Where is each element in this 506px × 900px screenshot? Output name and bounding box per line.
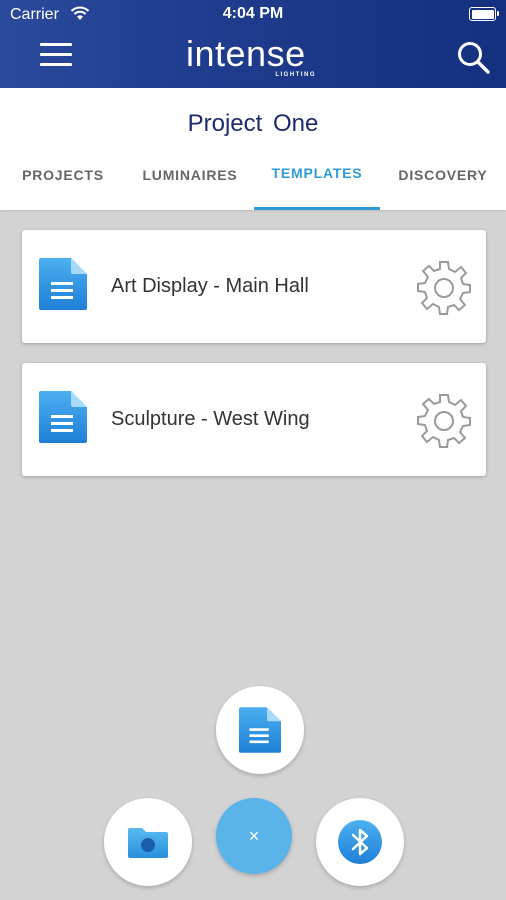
status-bar: Carrier 4:04 PM xyxy=(0,0,506,30)
active-tab-indicator xyxy=(254,207,380,210)
document-icon xyxy=(39,258,87,310)
app-header: Carrier 4:04 PM intense LIGHTING xyxy=(0,0,506,88)
project-title: Project One xyxy=(187,110,319,137)
tab-bar: PROJECTS LUMINAIRES TEMPLATES DISCOVERY xyxy=(0,164,506,210)
battery-icon xyxy=(469,7,499,21)
folder-icon xyxy=(128,828,168,858)
folder-button[interactable] xyxy=(104,798,192,886)
document-icon xyxy=(39,391,87,443)
close-fab-button[interactable]: × xyxy=(216,798,292,874)
template-name: Sculpture - West Wing xyxy=(111,408,310,430)
status-time: 4:04 PM xyxy=(222,5,284,22)
hamburger-menu-icon[interactable] xyxy=(40,43,74,69)
new-template-button[interactable] xyxy=(216,686,304,774)
logo-text: intense xyxy=(186,33,306,74)
intense-logo: intense LIGHTING xyxy=(186,36,320,82)
template-card[interactable]: Sculpture - West Wing xyxy=(22,363,486,476)
tab-discovery[interactable]: DISCOVERY xyxy=(380,164,506,210)
template-name: Art Display - Main Hall xyxy=(111,275,309,297)
project-area: Project One PROJECTS LUMINAIRES TEMPLATE… xyxy=(0,88,506,210)
bluetooth-button[interactable] xyxy=(316,798,404,886)
gear-icon[interactable] xyxy=(416,393,472,449)
template-card[interactable]: Art Display - Main Hall xyxy=(22,230,486,343)
document-icon xyxy=(239,707,281,753)
bluetooth-icon xyxy=(338,820,382,864)
logo-subtext: LIGHTING xyxy=(275,72,316,78)
tab-luminaires[interactable]: LUMINAIRES xyxy=(126,164,254,210)
tab-templates[interactable]: TEMPLATES xyxy=(254,164,380,210)
search-icon[interactable] xyxy=(456,40,492,76)
tab-projects[interactable]: PROJECTS xyxy=(0,164,126,210)
gear-icon[interactable] xyxy=(416,260,472,316)
